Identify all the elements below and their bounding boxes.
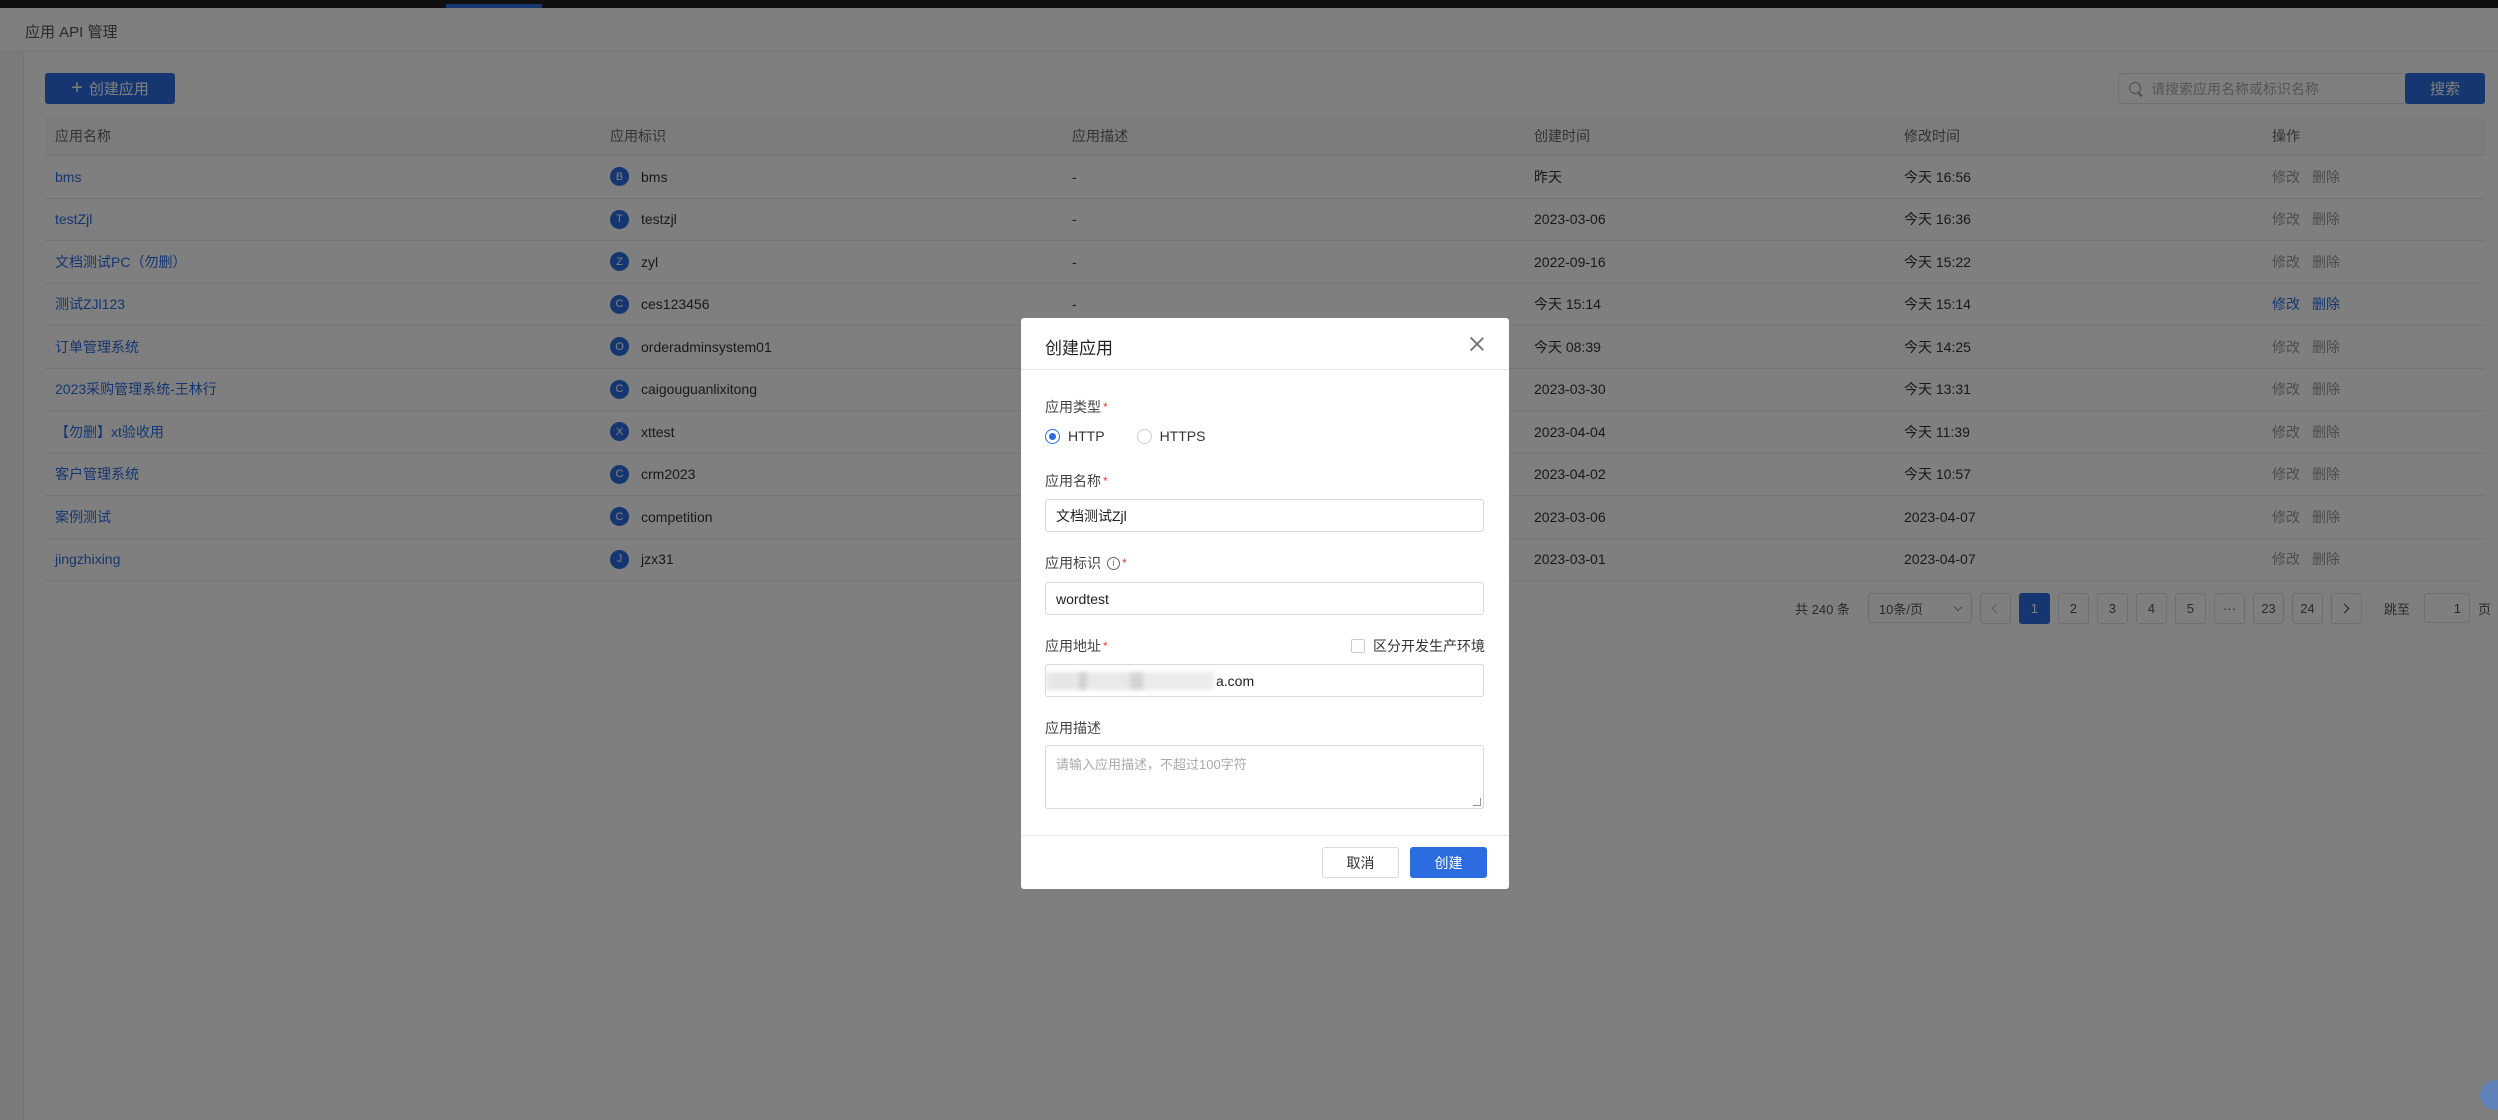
dialog-header: 创建应用 [1021, 318, 1509, 370]
resize-handle-icon[interactable] [1473, 798, 1481, 806]
app-id-input[interactable]: wordtest [1045, 582, 1484, 615]
dialog-footer: 取消 创建 [1021, 835, 1509, 889]
type-label-text: 应用类型 [1045, 399, 1101, 415]
blurred-address [1046, 671, 1214, 690]
required-mark: * [1103, 639, 1108, 653]
close-icon[interactable] [1469, 336, 1485, 352]
radio-http-label[interactable]: HTTP [1068, 428, 1105, 444]
app-id-value: wordtest [1056, 590, 1109, 607]
type-label: 应用类型 * [1045, 397, 1108, 417]
env-checkbox-label[interactable]: 区分开发生产环境 [1373, 636, 1485, 656]
required-mark: * [1103, 474, 1108, 488]
app-address-input[interactable]: a.com [1045, 664, 1484, 697]
app-name-input[interactable]: 文档测试Zjl [1045, 499, 1484, 532]
radio-http[interactable] [1045, 428, 1060, 444]
desc-placeholder: 请输入应用描述，不超过100字符 [1056, 757, 1247, 772]
create-button[interactable]: 创建 [1410, 847, 1487, 878]
cancel-button[interactable]: 取消 [1322, 847, 1399, 878]
dialog-title: 创建应用 [1045, 339, 1113, 358]
desc-label-text: 应用描述 [1045, 720, 1101, 736]
addr-label-text: 应用地址 [1045, 638, 1101, 654]
radio-https-label[interactable]: HTTPS [1160, 428, 1206, 444]
desc-label: 应用描述 [1045, 718, 1101, 738]
app-name-value: 文档测试Zjl [1056, 507, 1127, 524]
name-label-text: 应用名称 [1045, 473, 1101, 489]
app-desc-textarea[interactable]: 请输入应用描述，不超过100字符 [1045, 745, 1484, 809]
required-mark: * [1122, 556, 1127, 570]
radio-https[interactable] [1136, 428, 1152, 444]
addr-label: 应用地址 * [1045, 636, 1108, 656]
create-app-dialog: 创建应用 应用类型 * HTTP HTTPS 应用名称 * 文档测试Zjl 应用标识… [1021, 318, 1509, 889]
info-icon[interactable]: i [1107, 556, 1120, 570]
name-label: 应用名称 * [1045, 471, 1108, 491]
id-label: 应用标识 i * [1045, 553, 1127, 573]
required-mark: * [1103, 400, 1108, 414]
env-checkbox-row[interactable]: 区分开发生产环境 [1351, 636, 1485, 656]
id-label-text: 应用标识 [1045, 555, 1101, 571]
app-address-value: a.com [1216, 672, 1255, 689]
type-radio-group: HTTP HTTPS [1045, 428, 1237, 444]
env-checkbox[interactable] [1351, 639, 1365, 653]
